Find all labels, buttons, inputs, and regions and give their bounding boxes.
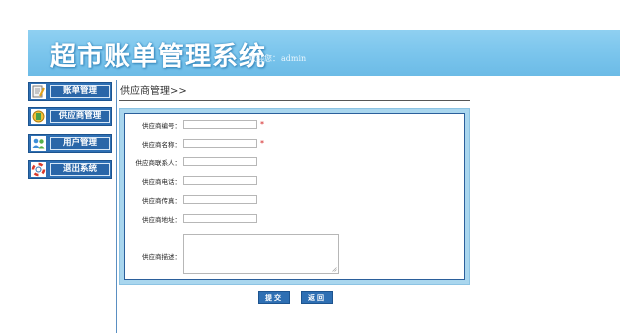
- supplier-fax-field[interactable]: [183, 195, 257, 204]
- supplier-form-frame: 供应商编号： 供应商名称： 供应商联系人： 供应商电话： 供应商传真： 供应商地…: [119, 108, 470, 285]
- supplier-icon: [31, 109, 46, 124]
- supplier-code-field[interactable]: [183, 120, 257, 129]
- welcome-text: 欢迎您：admin: [248, 53, 306, 64]
- lifebuoy-icon: [31, 162, 46, 177]
- notepad-icon: [31, 84, 46, 99]
- supplier-phone-label: 供应商电话：: [142, 178, 181, 186]
- title-divider: [119, 100, 470, 101]
- users-icon: [31, 136, 46, 151]
- sidebar-item-users[interactable]: 用户管理: [28, 134, 112, 153]
- welcome-prefix: 欢迎您：: [248, 54, 280, 63]
- page-title: 供应商管理>>: [120, 86, 187, 97]
- sidebar-item-logout[interactable]: 退出系统: [28, 160, 112, 179]
- required-marker: *: [260, 120, 264, 129]
- sidebar-item-label: 退出系统: [50, 163, 110, 176]
- supplier-name-label: 供应商名称：: [142, 141, 181, 149]
- supplier-phone-field[interactable]: [183, 176, 257, 185]
- supplier-code-label: 供应商编号：: [142, 122, 181, 130]
- username: admin: [281, 54, 307, 63]
- sidebar-item-bills[interactable]: 账单管理: [28, 82, 112, 101]
- label-column: 供应商编号： 供应商名称： 供应商联系人： 供应商电话： 供应商传真： 供应商地…: [125, 114, 182, 279]
- sidebar-item-label: 账单管理: [50, 85, 110, 98]
- app-title: 超市账单管理系统: [50, 42, 267, 72]
- supplier-description-label: 供应商描述：: [142, 253, 181, 261]
- sidebar-item-label: 用户管理: [50, 137, 110, 150]
- sidebar-item-label: 供应商管理: [50, 110, 110, 123]
- supplier-description-textarea[interactable]: [183, 234, 339, 274]
- supplier-name-field[interactable]: [183, 139, 257, 148]
- resize-grip-icon[interactable]: [332, 267, 337, 272]
- sidebar-divider: [116, 80, 117, 333]
- required-marker: *: [260, 139, 264, 148]
- back-button[interactable]: 返回: [301, 291, 333, 304]
- supplier-form: 供应商编号： 供应商名称： 供应商联系人： 供应商电话： 供应商传真： 供应商地…: [124, 113, 465, 280]
- supplier-contact-label: 供应商联系人：: [135, 159, 182, 167]
- header-banner: 超市账单管理系统 欢迎您：admin: [28, 30, 620, 76]
- supplier-address-field[interactable]: [183, 214, 257, 223]
- sidebar-item-suppliers[interactable]: 供应商管理: [28, 107, 112, 126]
- supplier-address-label: 供应商地址：: [142, 216, 181, 224]
- supplier-fax-label: 供应商传真：: [142, 197, 181, 205]
- submit-button[interactable]: 提交: [258, 291, 290, 304]
- supplier-contact-field[interactable]: [183, 157, 257, 166]
